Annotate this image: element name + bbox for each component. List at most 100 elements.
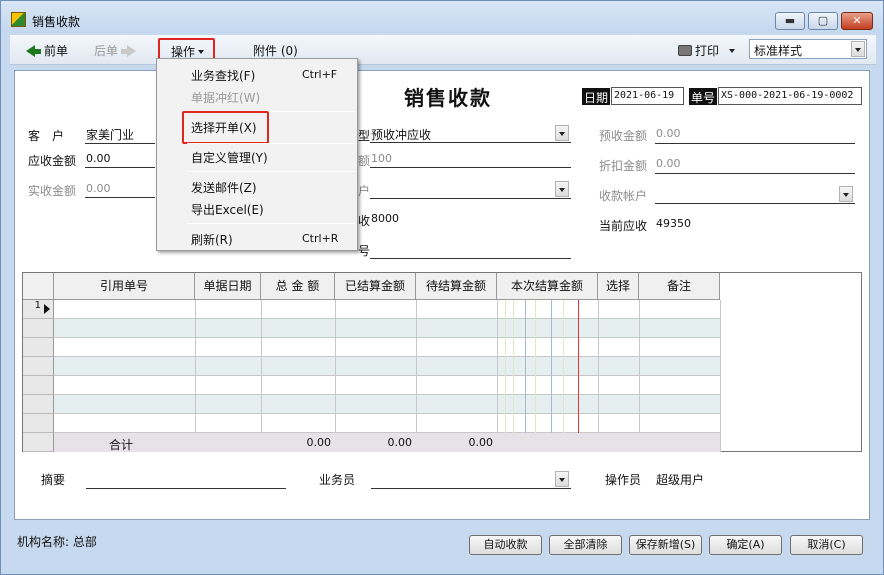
save-new-button[interactable]: 保存新增(S) (629, 535, 702, 555)
minimize-button[interactable]: ▬ (775, 12, 805, 30)
operations-dropdown-menu: 业务查找(F) Ctrl+F 单据冲红(W) 选择开单(X) 自定义管理(Y) … (156, 58, 358, 251)
col-doc-date[interactable]: 单据日期 (195, 273, 261, 300)
col-pending[interactable]: 待结算金额 (416, 273, 497, 300)
attachment-button[interactable]: 附件 (0) (253, 42, 298, 59)
col-remark[interactable]: 备注 (639, 273, 720, 300)
operations-menu-button[interactable]: 操作 (158, 38, 215, 60)
salesman-select[interactable] (371, 469, 571, 489)
m5-field[interactable] (370, 241, 571, 259)
account-select[interactable] (655, 184, 855, 204)
table-row[interactable] (54, 300, 720, 319)
menu-item-export[interactable]: 导出Excel(E) (191, 201, 264, 218)
row-header-1[interactable]: 1 (23, 300, 54, 319)
grid-line (416, 300, 417, 452)
table-row[interactable] (54, 376, 720, 395)
row-header[interactable] (23, 376, 54, 395)
summary-field[interactable] (86, 471, 286, 489)
prepay-field[interactable]: 0.00 (655, 127, 855, 144)
dropdown-icon[interactable] (839, 186, 853, 202)
window-title: 销售收款 (32, 15, 81, 29)
menu-item-search[interactable]: 业务查找(F) (191, 67, 255, 84)
prepay-label: 预收金额 (599, 129, 648, 143)
grid-line (551, 300, 552, 452)
maximize-button[interactable]: ▢ (808, 12, 838, 30)
highlight-box (182, 111, 269, 144)
current-label: 当前应收 (599, 219, 648, 233)
next-button[interactable]: 后单 (94, 42, 137, 59)
menu-item-email[interactable]: 发送邮件(Z) (191, 179, 257, 196)
clear-all-button[interactable]: 全部清除 (549, 535, 622, 555)
printer-icon (678, 45, 692, 56)
grid-line (505, 300, 506, 452)
table-row[interactable] (54, 338, 720, 357)
shortcut-refresh: Ctrl+R (302, 232, 339, 245)
document-panel: 销售收款 日期 2021-06-19 单号 XS-000-2021-06-19-… (14, 70, 870, 520)
m2-label: 额 (358, 154, 371, 168)
row-header[interactable] (23, 414, 54, 433)
prev-button[interactable]: 前单 (26, 42, 68, 59)
receivable-field[interactable]: 0.00 (85, 152, 155, 168)
dropdown-icon[interactable] (851, 41, 865, 57)
m3-select[interactable] (370, 179, 571, 199)
row-header[interactable] (23, 357, 54, 376)
grid-corner (23, 273, 54, 300)
shortcut-search: Ctrl+F (302, 68, 338, 81)
row-header[interactable] (23, 395, 54, 414)
m2-field[interactable]: 100 (370, 152, 571, 168)
menu-separator (187, 223, 355, 224)
auto-receive-button[interactable]: 自动收款 (469, 535, 542, 555)
document-title: 销售收款 (404, 86, 492, 110)
close-button[interactable]: ✕ (841, 12, 873, 30)
date-field[interactable]: 2021-06-19 (611, 87, 684, 105)
m3-label: 户 (358, 184, 371, 198)
customer-field[interactable]: 家美门业 (85, 126, 155, 144)
account-label: 收款帐户 (599, 189, 648, 203)
grid-line (720, 300, 721, 452)
print-style-select[interactable]: 标准样式 (749, 39, 867, 59)
row-header[interactable] (23, 319, 54, 338)
actual-field[interactable]: 0.00 (85, 182, 155, 198)
m4-label: 收 (358, 214, 371, 228)
main-window: 销售收款 ▬ ▢ ✕ 前单 后单 操作 附件 (0) 打印 标准样式 销售收款 … (0, 0, 884, 575)
print-button[interactable]: 打印 (678, 42, 736, 59)
col-current-settle[interactable]: 本次结算金额 (497, 273, 598, 300)
menu-item-reverse[interactable]: 单据冲红(W) (191, 89, 260, 106)
operator-label: 操作员 (605, 473, 642, 487)
col-ref-no[interactable]: 引用单号 (54, 273, 195, 300)
grid-line (525, 300, 526, 452)
number-field[interactable]: XS-000-2021-06-19-0002 (718, 87, 862, 105)
col-select[interactable]: 选择 (598, 273, 639, 300)
table-row[interactable] (54, 395, 720, 414)
menu-item-refresh[interactable]: 刷新(R) (191, 231, 233, 248)
org-name: 机构名称: 总部 (17, 535, 97, 549)
table-row[interactable] (54, 319, 720, 338)
grid-line (261, 300, 262, 452)
type-select[interactable]: 预收冲应收 (370, 123, 571, 143)
sum-row: 合计 0.00 0.00 0.00 (54, 433, 720, 452)
dropdown-icon[interactable] (555, 471, 569, 487)
row-pointer-icon (44, 304, 50, 314)
dropdown-icon[interactable] (555, 125, 569, 141)
dropdown-icon[interactable] (555, 181, 569, 197)
current-value: 49350 (656, 217, 691, 230)
table-row[interactable] (54, 414, 720, 433)
date-tag: 日期 (582, 88, 611, 105)
operator-value: 超级用户 (656, 473, 705, 487)
customer-label: 客 户 (28, 129, 65, 143)
ok-button[interactable]: 确定(A) (709, 535, 782, 555)
row-header[interactable] (23, 433, 54, 452)
m5-label: 号 (358, 244, 371, 258)
grid-line (639, 300, 640, 452)
grid-line (195, 300, 196, 452)
type-label: 型 (358, 129, 371, 143)
menu-item-custom[interactable]: 自定义管理(Y) (191, 149, 268, 166)
discount-field[interactable]: 0.00 (655, 157, 855, 174)
cancel-button[interactable]: 取消(C) (790, 535, 863, 555)
table-row[interactable] (54, 357, 720, 376)
row-header[interactable] (23, 338, 54, 357)
discount-label: 折扣金额 (599, 159, 648, 173)
col-settled[interactable]: 已结算金额 (335, 273, 416, 300)
detail-grid: 引用单号 单据日期 总 金 额 已结算金额 待结算金额 本次结算金额 选择 备注… (22, 272, 862, 452)
col-total[interactable]: 总 金 额 (261, 273, 335, 300)
decimal-line (578, 300, 579, 452)
